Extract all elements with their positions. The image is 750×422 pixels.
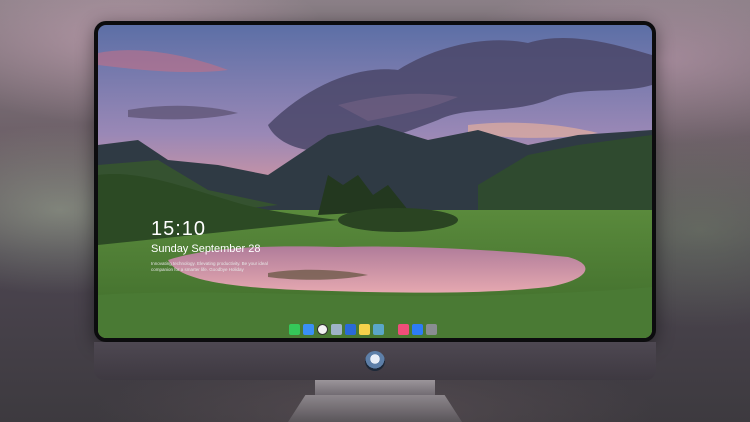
lock-screen-time: 15:10 bbox=[151, 218, 207, 240]
preview-icon[interactable] bbox=[331, 323, 342, 335]
monitor-bezel: 15:10 Sunday September 28 Innovating tec… bbox=[94, 21, 656, 342]
finder-icon[interactable] bbox=[303, 323, 314, 335]
music-icon[interactable] bbox=[398, 323, 409, 335]
messages-icon[interactable] bbox=[289, 323, 300, 335]
app-store-icon[interactable] bbox=[412, 323, 423, 335]
monitor-stand-neck bbox=[315, 380, 435, 396]
desktop-screen[interactable]: 15:10 Sunday September 28 Innovating tec… bbox=[98, 25, 652, 338]
clapper-icon[interactable] bbox=[345, 323, 356, 335]
brand-logo-icon bbox=[365, 351, 385, 371]
lock-screen-message: Innovating technology. Elevating product… bbox=[151, 261, 268, 272]
dock bbox=[289, 322, 437, 336]
camera-icon[interactable] bbox=[426, 323, 437, 335]
lock-screen-date: Sunday September 28 bbox=[151, 243, 261, 255]
imac-monitor: 15:10 Sunday September 28 Innovating tec… bbox=[94, 21, 656, 380]
clock-icon[interactable] bbox=[317, 323, 328, 335]
photos-icon[interactable] bbox=[373, 323, 384, 335]
monitor-chin bbox=[94, 342, 656, 380]
landscape-wallpaper bbox=[98, 25, 652, 338]
notes-icon[interactable] bbox=[359, 323, 370, 335]
monitor-stand-base bbox=[288, 395, 462, 422]
